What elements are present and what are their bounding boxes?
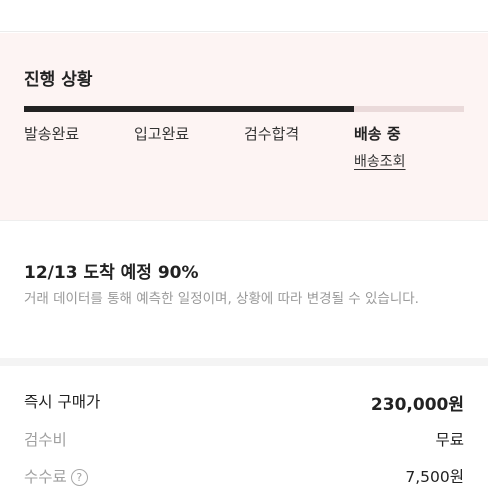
question-circle-icon[interactable]: ? — [70, 469, 88, 486]
step-shipped: 발송완료 — [24, 125, 80, 143]
progress-track — [24, 106, 464, 112]
step-in-delivery: 배송 중 — [354, 125, 401, 143]
section-divider — [0, 358, 488, 366]
inspection-fee-label: 검수비 — [24, 431, 67, 449]
price-row-inspection-fee: 검수비 무료 — [24, 428, 464, 452]
top-strip — [0, 0, 488, 32]
step-received: 입고완료 — [134, 125, 190, 143]
instant-buy-value: 230,000원 — [370, 395, 464, 415]
eta-section: 12/13 도착 예정 90% 거래 데이터를 통해 예측한 일정이며, 상황에… — [0, 222, 488, 358]
instant-buy-label: 즉시 구매가 — [24, 393, 101, 411]
track-delivery-link[interactable]: 배송조회 — [354, 151, 406, 171]
commission-label: 수수료 — [24, 468, 67, 486]
eta-title: 12/13 도착 예정 90% — [24, 263, 199, 283]
inspection-fee-value: 무료 — [435, 431, 464, 449]
commission-label-wrap: 수수료? — [24, 465, 88, 487]
progress-section: 진행 상황 발송완료 입고완료 검수합격 배송 중 배송조회 — [0, 33, 488, 221]
progress-steps: 발송완료 입고완료 검수합격 배송 중 배송조회 — [24, 123, 464, 173]
step-inspection-passed: 검수합격 — [244, 125, 300, 143]
price-section: 즉시 구매가 230,000원 검수비 무료 수수료? 7,500원 — [0, 366, 488, 488]
price-row-instant-buy: 즉시 구매가 230,000원 — [24, 390, 464, 415]
progress-title: 진행 상황 — [24, 70, 93, 90]
progress-fill — [24, 106, 354, 112]
eta-description: 거래 데이터를 통해 예측한 일정이며, 상황에 따라 변경될 수 있습니다. — [24, 291, 419, 307]
commission-value: 7,500원 — [405, 468, 464, 486]
price-row-commission: 수수료? 7,500원 — [24, 465, 464, 488]
